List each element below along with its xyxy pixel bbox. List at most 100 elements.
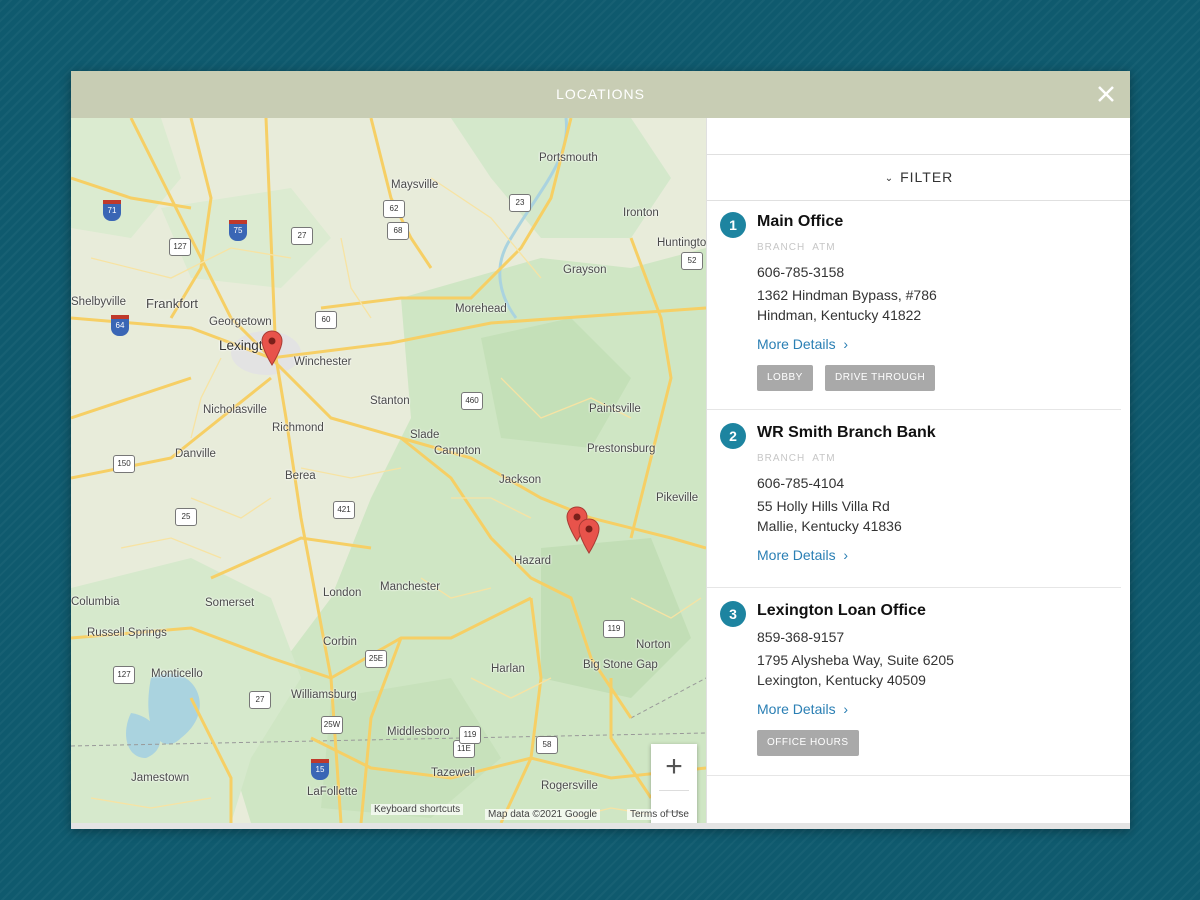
- more-details-link[interactable]: More Details ›: [757, 336, 848, 352]
- more-details-label: More Details: [757, 336, 836, 352]
- terms-link[interactable]: Terms of Use: [627, 809, 692, 820]
- location-number: 3: [720, 601, 746, 627]
- chevron-right-icon: ›: [843, 701, 849, 717]
- place-label: Campton: [434, 445, 481, 457]
- place-label: Jamestown: [131, 772, 190, 784]
- place-label: Hazard: [514, 555, 552, 567]
- more-details-label: More Details: [757, 701, 836, 717]
- highway-shield: 27: [291, 227, 313, 245]
- highway-shield: 119: [459, 726, 481, 744]
- zoom-divider: [659, 790, 689, 791]
- location-tags: BRANCH ATM: [757, 453, 836, 464]
- close-icon: [1098, 86, 1114, 102]
- place-label: Prestonsburg: [587, 443, 656, 455]
- highway-shield: 127: [169, 238, 191, 256]
- place-label: Williamsburg: [291, 689, 357, 701]
- place-label: Georgetown: [209, 316, 272, 328]
- location-address-line1: 55 Holly Hills Villa Rd: [757, 498, 890, 514]
- location-divider: [707, 409, 1121, 410]
- location-address-line1: 1795 Alysheba Way, Suite 6205: [757, 652, 954, 668]
- place-label: Manchester: [380, 581, 441, 593]
- place-label: Harlan: [491, 663, 525, 675]
- close-button[interactable]: [1092, 80, 1120, 108]
- place-label: Norton: [636, 639, 671, 651]
- location-item: 2 WR Smith Branch Bank BRANCH ATM 606-78…: [707, 419, 1121, 589]
- map-marker-icon[interactable]: [578, 518, 600, 554]
- highway-shield: 58: [536, 736, 558, 754]
- keyboard-shortcuts-link[interactable]: Keyboard shortcuts: [371, 804, 464, 815]
- place-label: Middlesboro: [387, 726, 450, 738]
- place-label: London: [323, 587, 362, 599]
- highway-shield: 460: [461, 392, 483, 410]
- place-label: Ironton: [623, 207, 659, 219]
- location-divider: [707, 775, 1130, 776]
- highway-shield: 15: [311, 759, 329, 780]
- location-address-line1: 1362 Hindman Bypass, #786: [757, 287, 937, 303]
- more-details-link[interactable]: More Details ›: [757, 547, 848, 563]
- place-label: Columbia: [71, 596, 120, 608]
- drive-through-button[interactable]: DRIVE THROUGH: [825, 365, 936, 391]
- location-number: 1: [720, 212, 746, 238]
- highway-shield: 421: [333, 501, 355, 519]
- place-label: Russell Springs: [87, 627, 167, 639]
- lobby-button[interactable]: LOBBY: [757, 365, 813, 391]
- place-label: Paintsville: [589, 403, 641, 415]
- place-label: Big Stone Gap: [583, 659, 658, 671]
- highway-shield: 119: [603, 620, 625, 638]
- filter-label: FILTER: [900, 169, 954, 185]
- highway-shield: 52: [681, 252, 703, 270]
- place-label: Maysville: [391, 179, 439, 191]
- place-label: Corbin: [323, 636, 357, 648]
- location-name: Main Office: [757, 213, 844, 230]
- highway-shield: 25: [175, 508, 197, 526]
- place-label: Slade: [410, 429, 440, 441]
- place-label: Huntington: [657, 237, 706, 249]
- highway-shield: 62: [383, 200, 405, 218]
- locations-panel: ⌄ FILTER 1 Main Office BRANCH ATM 606-785…: [706, 118, 1130, 823]
- place-label: Jackson: [499, 474, 542, 486]
- place-label: LaFollette: [307, 786, 358, 798]
- office-hours-button[interactable]: OFFICE HOURS: [757, 730, 859, 756]
- location-item: 3 Lexington Loan Office 859-368-9157 179…: [707, 597, 1121, 777]
- location-address-line2: Lexington, Kentucky 40509: [757, 672, 926, 688]
- place-label: Richmond: [272, 422, 324, 434]
- modal-title: LOCATIONS: [556, 86, 645, 102]
- highway-shield: 71: [103, 200, 121, 221]
- modal-footer-strip: [71, 823, 1130, 829]
- location-divider: [707, 587, 1121, 588]
- filter-toggle[interactable]: ⌄ FILTER: [707, 154, 1130, 201]
- location-address-line2: Hindman, Kentucky 41822: [757, 307, 922, 323]
- chevron-right-icon: ›: [843, 547, 849, 563]
- highway-shield: 68: [387, 222, 409, 240]
- zoom-in-button[interactable]: +: [651, 744, 697, 790]
- highway-shield: 64: [111, 315, 129, 336]
- place-label: Berea: [285, 470, 316, 482]
- more-details-link[interactable]: More Details ›: [757, 701, 848, 717]
- map-view[interactable]: Portsmouth Maysville Ironton Huntington …: [71, 118, 706, 823]
- highway-shield: 25W: [321, 716, 343, 734]
- place-label: Monticello: [151, 668, 203, 680]
- highway-shield: 23: [509, 194, 531, 212]
- chevron-down-icon: ⌄: [884, 173, 895, 184]
- place-label: Morehead: [455, 303, 507, 315]
- location-address-line2: Mallie, Kentucky 41836: [757, 518, 902, 534]
- place-label: Frankfort: [146, 296, 199, 311]
- map-data-attribution: Map data ©2021 Google: [485, 809, 601, 820]
- location-number: 2: [720, 423, 746, 449]
- location-item: 1 Main Office BRANCH ATM 606-785-3158 13…: [707, 208, 1121, 408]
- place-label: Grayson: [563, 264, 607, 276]
- modal-header: LOCATIONS: [71, 71, 1130, 118]
- locations-modal: LOCATIONS Portsmouth Maysville Ironton H…: [71, 71, 1130, 829]
- highway-shield: 27: [249, 691, 271, 709]
- highway-shield: 75: [229, 220, 247, 241]
- location-name: WR Smith Branch Bank: [757, 424, 936, 441]
- place-label: Portsmouth: [539, 152, 598, 164]
- place-label: Shelbyville: [71, 296, 126, 308]
- place-label: Tazewell: [431, 767, 476, 779]
- more-details-label: More Details: [757, 547, 836, 563]
- highway-shield: 60: [315, 311, 337, 329]
- map-marker-icon[interactable]: [261, 330, 283, 366]
- location-phone: 606-785-3158: [757, 264, 845, 280]
- chevron-right-icon: ›: [843, 336, 849, 352]
- highway-shield: 150: [113, 455, 135, 473]
